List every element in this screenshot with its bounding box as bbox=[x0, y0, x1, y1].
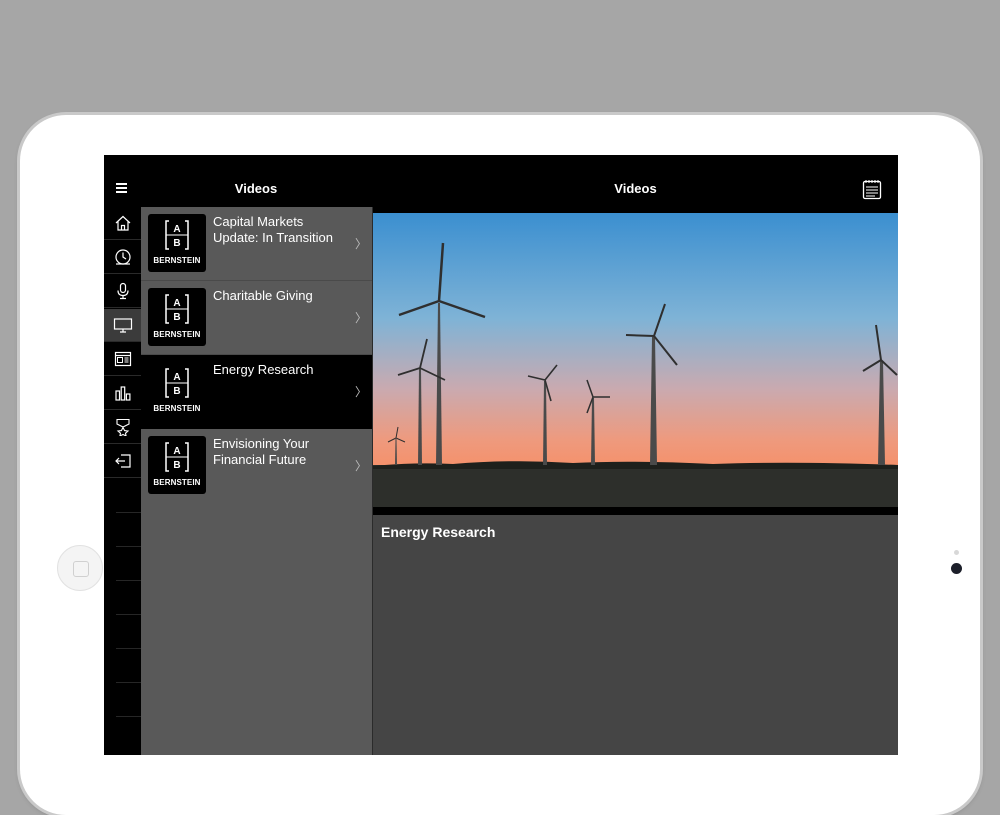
chevron-right-icon: 〉 bbox=[355, 237, 368, 251]
svg-text:B: B bbox=[173, 460, 180, 471]
svg-text:B: B bbox=[173, 238, 180, 249]
newspaper-icon bbox=[114, 351, 131, 367]
home-icon bbox=[115, 215, 130, 231]
brand-label: BERNSTEIN bbox=[153, 256, 201, 265]
rail-item-podcasts[interactable] bbox=[104, 275, 141, 308]
award-ribbon-icon bbox=[115, 418, 130, 436]
sidebar-rail bbox=[104, 207, 141, 755]
bernstein-logo-thumbnail: A B BERNSTEIN bbox=[148, 214, 206, 272]
bar-chart-icon bbox=[114, 386, 130, 401]
svg-text:A: A bbox=[173, 446, 180, 457]
rail-item-publications[interactable] bbox=[104, 343, 141, 376]
rail-divider bbox=[116, 683, 141, 717]
brand-label: BERNSTEIN bbox=[153, 404, 201, 413]
rail-divider bbox=[116, 479, 141, 513]
navigation-bar: Videos Videos bbox=[104, 155, 898, 213]
video-list: A B BERNSTEIN Capital Markets Update: In… bbox=[141, 207, 373, 755]
camera-lens bbox=[951, 563, 962, 574]
rail-divider bbox=[116, 547, 141, 581]
video-list-item[interactable]: A B BERNSTEIN Capital Markets Update: In… bbox=[141, 207, 372, 281]
svg-text:A: A bbox=[173, 372, 180, 383]
rail-divider bbox=[116, 513, 141, 547]
svg-text:A: A bbox=[173, 224, 180, 235]
clock-icon bbox=[114, 249, 131, 265]
video-title: Capital Markets Update: In Transition bbox=[213, 214, 333, 245]
chevron-right-icon: 〉 bbox=[355, 311, 368, 325]
brand-label: BERNSTEIN bbox=[153, 330, 201, 339]
light-sensor bbox=[954, 550, 959, 555]
app-screen: Videos Videos A B BERNSTEIN Capital Mark… bbox=[104, 155, 898, 755]
video-list-item[interactable]: A B BERNSTEIN Envisioning Your Financial… bbox=[141, 429, 372, 503]
rail-divider bbox=[116, 615, 141, 649]
video-list-item[interactable]: A B BERNSTEIN Charitable Giving 〉 bbox=[141, 281, 372, 355]
video-detail-title: Energy Research bbox=[381, 524, 496, 540]
list-pane-title: Videos bbox=[234, 181, 278, 196]
bernstein-logo-thumbnail: A B BERNSTEIN bbox=[148, 436, 206, 494]
chevron-right-icon: 〉 bbox=[355, 385, 368, 399]
rail-divider bbox=[116, 649, 141, 683]
video-title: Energy Research bbox=[213, 362, 314, 377]
svg-text:B: B bbox=[173, 386, 180, 397]
video-list-item-selected[interactable]: A B BERNSTEIN Energy Research 〉 bbox=[141, 355, 372, 429]
detail-pane-title: Videos bbox=[614, 181, 657, 196]
microphone-icon bbox=[116, 282, 129, 300]
rail-divider bbox=[116, 581, 141, 615]
rail-item-home[interactable] bbox=[104, 207, 141, 240]
logout-icon bbox=[114, 454, 131, 468]
rail-item-awards[interactable] bbox=[104, 411, 141, 444]
video-detail-pane: Energy Research bbox=[373, 213, 898, 755]
home-button[interactable] bbox=[57, 545, 103, 591]
brand-label: BERNSTEIN bbox=[153, 478, 201, 487]
video-player[interactable] bbox=[373, 213, 898, 515]
rail-item-logout[interactable] bbox=[104, 445, 141, 478]
svg-text:A: A bbox=[173, 298, 180, 309]
bernstein-logo-thumbnail: A B BERNSTEIN bbox=[148, 288, 206, 346]
video-title: Charitable Giving bbox=[213, 288, 313, 303]
video-title: Envisioning Your Financial Future bbox=[213, 436, 310, 467]
monitor-icon bbox=[113, 318, 132, 333]
rail-item-videos[interactable] bbox=[104, 309, 141, 342]
notepad-icon[interactable] bbox=[861, 178, 883, 200]
hamburger-menu-icon[interactable] bbox=[116, 183, 130, 195]
bernstein-logo-thumbnail: A B BERNSTEIN bbox=[148, 362, 206, 420]
svg-text:B: B bbox=[173, 312, 180, 323]
rail-item-recent[interactable] bbox=[104, 241, 141, 274]
rail-item-charts[interactable] bbox=[104, 377, 141, 410]
chevron-right-icon: 〉 bbox=[355, 459, 368, 473]
